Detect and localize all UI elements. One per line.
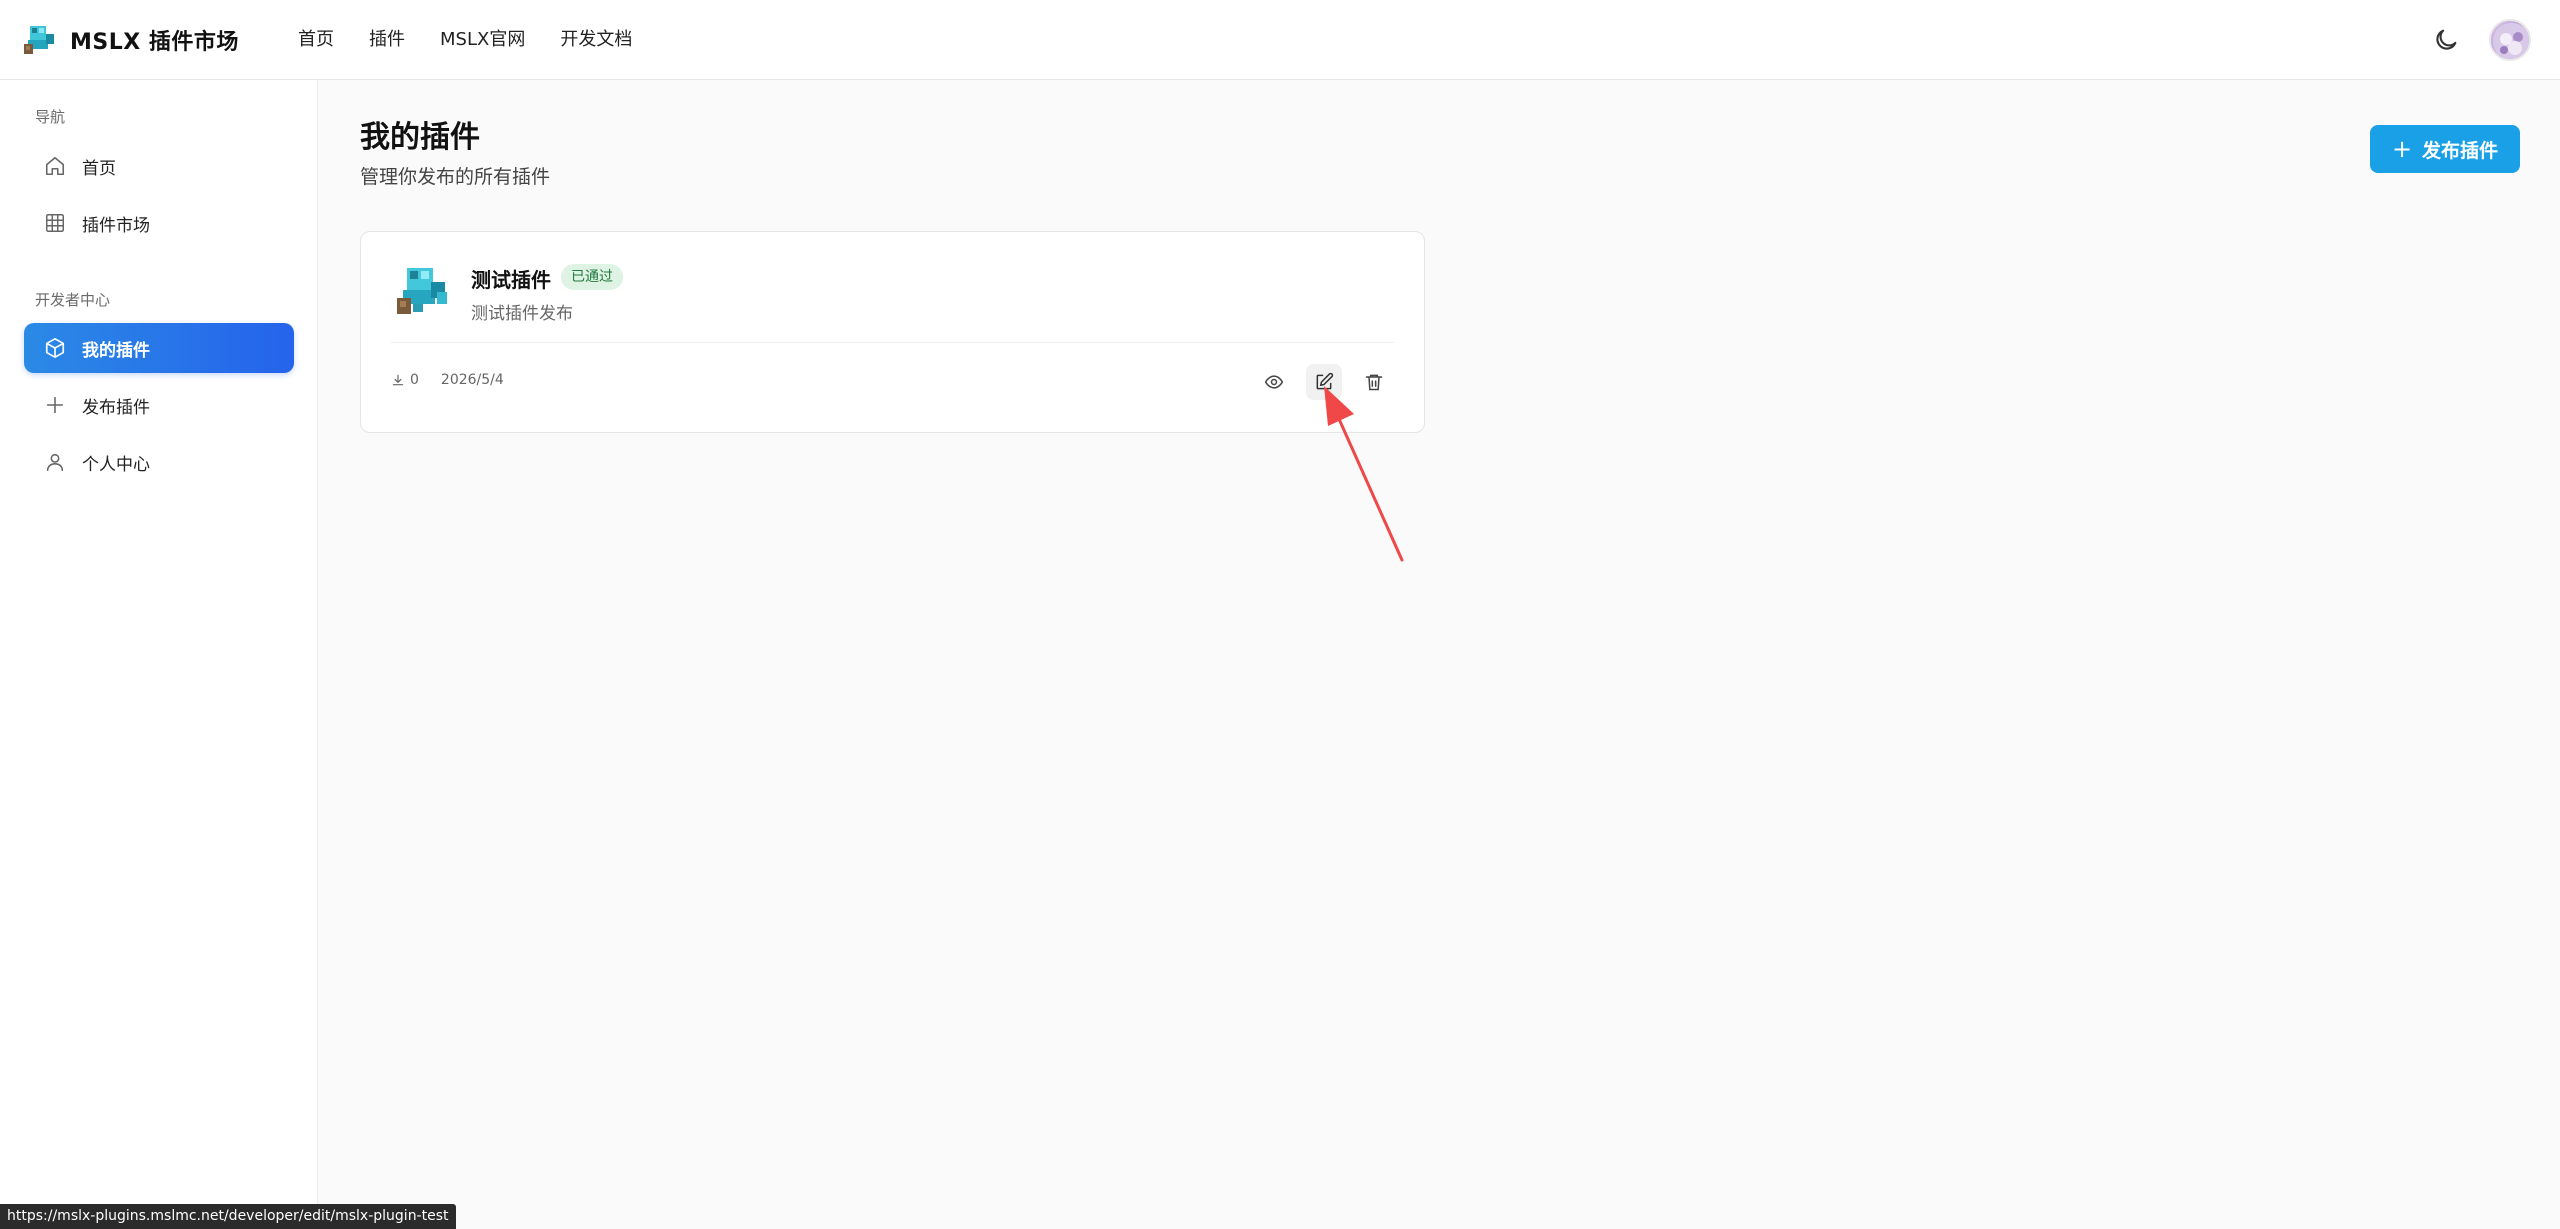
sidebar-item-home[interactable]: 首页: [24, 141, 294, 191]
sidebar-item-market[interactable]: 插件市场: [24, 198, 294, 248]
moon-icon[interactable]: [2432, 26, 2460, 54]
plugin-icon: [397, 268, 447, 314]
grid-icon: [44, 212, 66, 234]
view-button[interactable]: [1256, 364, 1292, 400]
sidebar-item-label: 插件市场: [82, 215, 150, 236]
sidebar: 导航 首页 插件市场 开发者中心 我的插件 发布插件 个人中心: [0, 80, 318, 1229]
brand[interactable]: MSLX 插件市场: [22, 20, 239, 60]
sidebar-item-profile[interactable]: 个人中心: [24, 437, 294, 487]
sidebar-item-label: 发布插件: [82, 397, 150, 418]
user-icon: [44, 451, 66, 473]
home-icon: [44, 155, 66, 177]
user-avatar[interactable]: [2489, 19, 2531, 61]
top-nav: 首页 插件 MSLX官网 开发文档: [298, 26, 667, 54]
nav-mslx-site[interactable]: MSLX官网: [440, 26, 525, 54]
mslx-logo-icon: [24, 26, 54, 54]
annotation-arrow: [1324, 386, 1404, 562]
sidebar-section-dev: 开发者中心: [35, 291, 111, 309]
top-bar: MSLX 插件市场 首页 插件 MSLX官网 开发文档: [0, 0, 2560, 80]
publish-plugin-label: 发布插件: [2422, 139, 2499, 162]
sidebar-item-label: 首页: [82, 158, 116, 179]
plus-icon: +: [2391, 135, 2413, 163]
plugin-name[interactable]: 测试插件: [471, 264, 551, 293]
plus-icon: [44, 394, 66, 416]
card-actions: [361, 364, 1424, 400]
publish-plugin-button[interactable]: + 发布插件: [2370, 125, 2520, 173]
package-icon: [44, 337, 66, 359]
nav-dev-docs[interactable]: 开发文档: [560, 26, 632, 54]
page-subtitle: 管理你发布的所有插件: [360, 166, 551, 188]
sidebar-item-label: 我的插件: [82, 340, 150, 361]
sidebar-item-publish[interactable]: 发布插件: [24, 380, 294, 430]
plugin-card[interactable]: 测试插件 已通过 测试插件发布 0 2026/5/4: [360, 231, 1425, 433]
sidebar-item-label: 个人中心: [82, 454, 150, 475]
status-badge: 已通过: [561, 264, 623, 290]
sidebar-item-my-plugins[interactable]: 我的插件: [24, 323, 294, 373]
card-divider: [391, 342, 1394, 343]
nav-home[interactable]: 首页: [298, 26, 334, 54]
sidebar-section-nav: 导航: [35, 108, 66, 126]
link-status-bar: https://mslx-plugins.mslmc.net/developer…: [0, 1204, 456, 1229]
avatar-image: [2493, 23, 2529, 59]
page-title: 我的插件: [360, 120, 480, 155]
brand-title: MSLX 插件市场: [70, 30, 239, 55]
plugin-description: 测试插件发布: [471, 304, 573, 324]
eye-icon: [1264, 375, 1284, 389]
nav-plugins[interactable]: 插件: [369, 26, 405, 54]
